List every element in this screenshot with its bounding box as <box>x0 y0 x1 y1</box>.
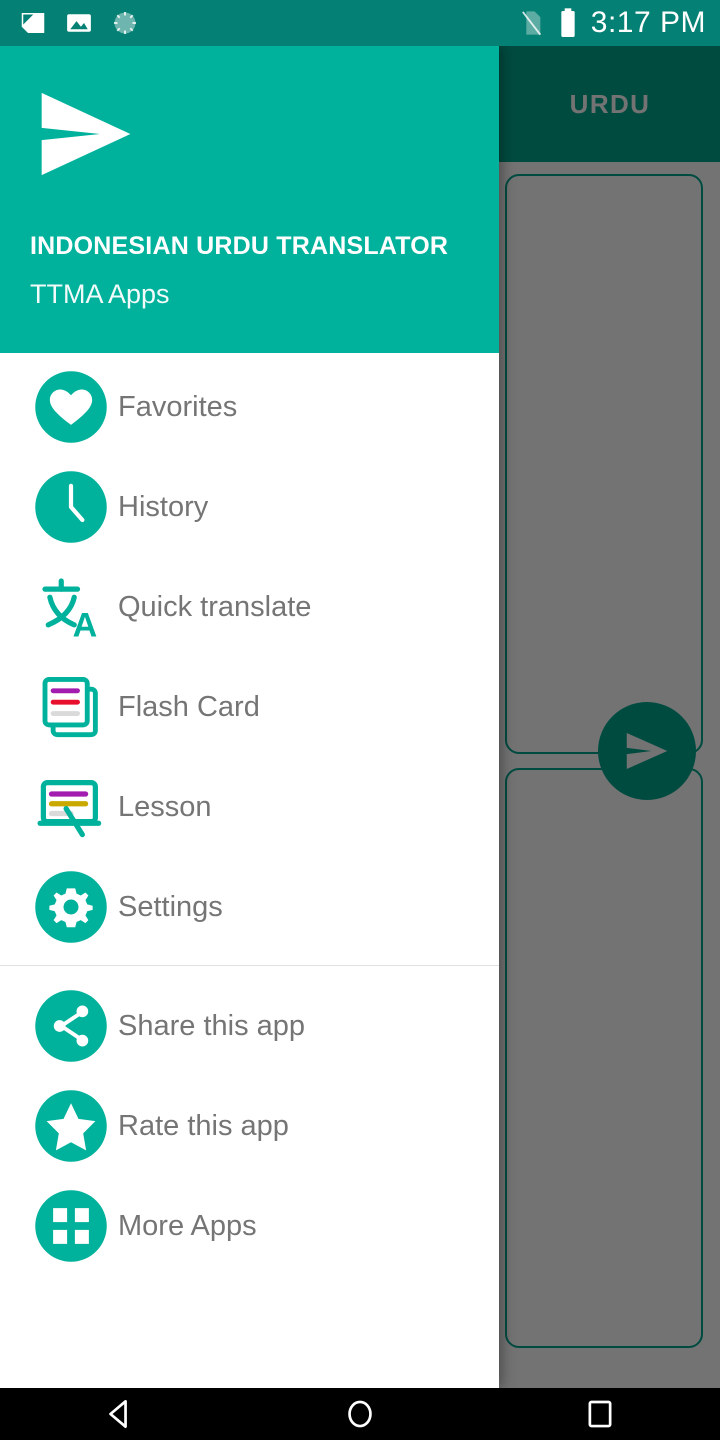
gear-icon <box>32 868 112 946</box>
share-icon <box>32 987 112 1065</box>
send-icon <box>41 92 131 176</box>
drawer-item-share-this-app[interactable]: Share this app <box>0 976 499 1076</box>
android-nav-bar <box>0 1388 720 1440</box>
app-logo <box>30 78 499 195</box>
heart-icon <box>32 368 112 446</box>
grid-apps-icon <box>32 1187 112 1265</box>
drawer-item-label: Settings <box>118 890 223 923</box>
navigation-drawer: INDONESIAN URDU TRANSLATOR TTMA Apps Fav… <box>0 46 499 1388</box>
square-recents-icon <box>588 1400 612 1428</box>
drawer-item-settings[interactable]: Settings <box>0 857 499 957</box>
drawer-item-label: Lesson <box>118 790 212 823</box>
recents-button[interactable] <box>540 1395 660 1433</box>
drawer-item-label: Flash Card <box>118 690 260 723</box>
no-sim-icon <box>521 11 541 36</box>
image-icon <box>67 14 91 32</box>
drawer-item-flash-card[interactable]: Flash Card <box>0 657 499 757</box>
drawer-item-quick-translate[interactable]: A Quick translate <box>0 557 499 657</box>
battery-full-icon <box>561 8 575 37</box>
drawer-item-lesson[interactable]: Lesson <box>0 757 499 857</box>
drawer-item-label: History <box>118 490 209 523</box>
drawer-item-label: Share this app <box>118 1009 306 1042</box>
app-publisher: TTMA Apps <box>30 279 170 309</box>
drawer-item-label: Rate this app <box>118 1109 289 1142</box>
triangle-back-icon <box>109 1399 127 1429</box>
status-bar-clock: 3:17 PM <box>590 6 706 39</box>
drawer-secondary-menu: Share this app Rate this app More Apps <box>0 976 499 1276</box>
drawer-item-more-apps[interactable]: More Apps <box>0 1176 499 1276</box>
drawer-item-history[interactable]: History <box>0 457 499 557</box>
drawer-header: INDONESIAN URDU TRANSLATOR TTMA Apps <box>0 46 499 353</box>
lesson-board-icon <box>32 768 112 846</box>
app-title: INDONESIAN URDU TRANSLATOR <box>30 232 449 260</box>
flash-card-icon <box>32 668 112 746</box>
status-bar: 3:17 PM <box>0 0 720 46</box>
drawer-item-label: More Apps <box>118 1209 257 1242</box>
translate-icon: A <box>32 568 112 646</box>
drawer-divider <box>0 965 499 966</box>
screenshot-icon <box>21 13 45 33</box>
status-bar-left-icons <box>0 8 140 38</box>
status-bar-right-icons: 3:17 PM <box>517 6 720 40</box>
drawer-item-label: Quick translate <box>118 590 312 623</box>
clock-icon <box>32 468 112 546</box>
drawer-item-rate-this-app[interactable]: Rate this app <box>0 1076 499 1176</box>
back-button[interactable] <box>60 1395 180 1433</box>
home-button[interactable] <box>300 1395 420 1433</box>
drawer-primary-menu: Favorites History A Quick translate Flas… <box>0 353 499 957</box>
svg-text:A: A <box>73 606 98 644</box>
circle-home-icon <box>348 1400 372 1428</box>
drawer-item-label: Favorites <box>118 390 238 423</box>
star-icon <box>32 1087 112 1165</box>
sync-spinner-icon <box>114 12 136 34</box>
drawer-item-favorites[interactable]: Favorites <box>0 357 499 457</box>
